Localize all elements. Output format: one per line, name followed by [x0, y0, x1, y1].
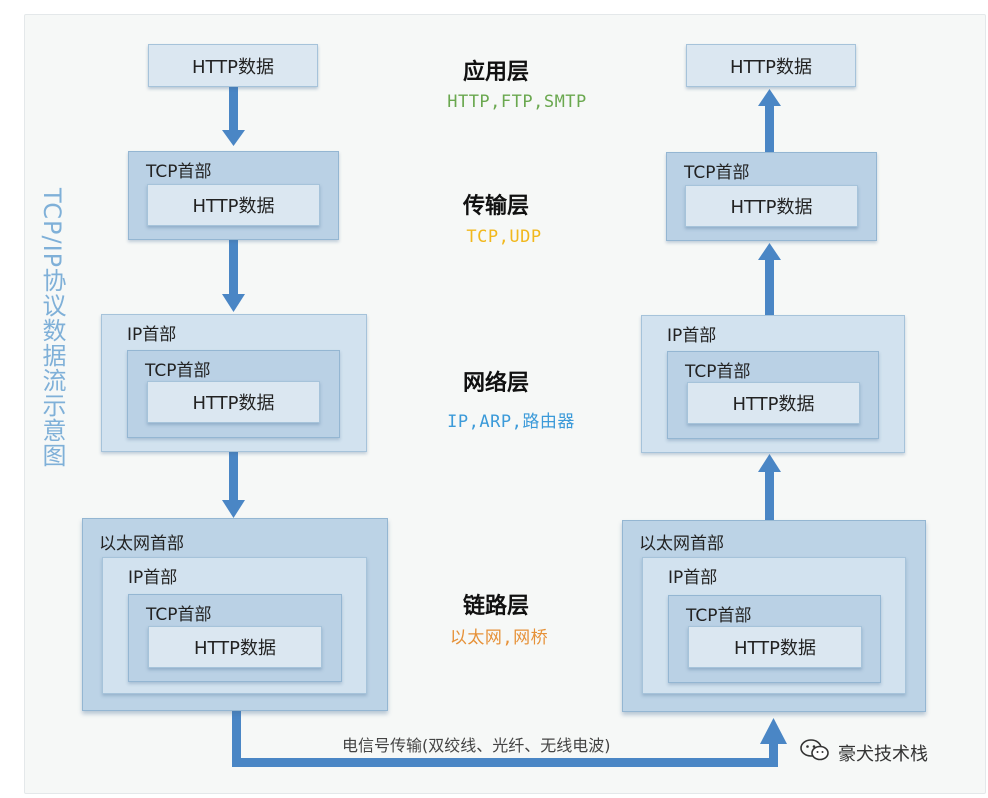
left-link-ip-packet: IP首部 TCP首部 HTTP数据 [102, 557, 367, 694]
layer-protocols-transport: TCP,UDP [466, 227, 542, 247]
right-link-frame: 以太网首部 IP首部 TCP首部 HTTP数据 [622, 520, 926, 712]
left-link-frame: 以太网首部 IP首部 TCP首部 HTTP数据 [82, 518, 388, 711]
transmission-right-rise [769, 742, 778, 767]
tcp-header-label: TCP首部 [146, 162, 212, 182]
right-network-packet: IP首部 TCP首部 HTTP数据 [641, 315, 905, 453]
tcp-header-label: TCP首部 [685, 362, 751, 382]
http-data-text: HTTP数据 [729, 56, 813, 78]
right-app-http-data: HTTP数据 [686, 44, 856, 87]
arrow-up-3-head [758, 454, 781, 472]
http-data-text: HTTP数据 [733, 638, 817, 659]
http-data-text: HTTP数据 [192, 196, 275, 217]
arrow-up-2-shaft [765, 258, 774, 315]
http-data-text: HTTP数据 [191, 56, 275, 78]
left-network-packet: IP首部 TCP首部 HTTP数据 [101, 314, 367, 452]
ip-header-label: IP首部 [128, 568, 178, 588]
right-network-http-data: HTTP数据 [687, 382, 860, 424]
tcp-header-label: TCP首部 [145, 361, 211, 381]
left-link-tcp-segment: TCP首部 HTTP数据 [128, 594, 342, 682]
layer-name-link: 链路层 [462, 594, 529, 619]
left-app-http-data: HTTP数据 [148, 44, 318, 87]
http-data-text: HTTP数据 [192, 393, 275, 414]
arrow-down-2-shaft [229, 240, 238, 295]
transmission-left-drop [232, 711, 241, 765]
ip-header-label: IP首部 [127, 325, 177, 345]
left-link-http-data: HTTP数据 [148, 626, 322, 668]
tcp-header-label: TCP首部 [684, 163, 750, 183]
http-data-text: HTTP数据 [732, 394, 815, 415]
arrow-up-1-head [758, 89, 781, 106]
layer-protocols-application: HTTP,FTP,SMTP [447, 92, 587, 112]
right-link-tcp-segment: TCP首部 HTTP数据 [668, 595, 881, 683]
ip-header-label: IP首部 [667, 326, 717, 346]
layer-protocols-network: IP,ARP,路由器 [447, 412, 575, 432]
right-link-http-data: HTTP数据 [688, 626, 862, 668]
watermark-text: 豪犬技术栈 [838, 743, 928, 765]
eth-header-label: 以太网首部 [99, 534, 184, 554]
left-transport-segment: TCP首部 HTTP数据 [128, 151, 339, 240]
left-transport-http-data: HTTP数据 [147, 184, 320, 226]
ip-header-label: IP首部 [668, 568, 718, 588]
transmission-bottom-line [232, 758, 778, 767]
tcp-header-label: TCP首部 [146, 605, 212, 625]
layer-protocols-link: 以太网,网桥 [449, 628, 549, 648]
http-data-text: HTTP数据 [193, 638, 277, 659]
layer-name-application: 应用层 [462, 60, 529, 85]
transmission-label: 电信号传输(双绞线、光纤、无线电波) [342, 736, 611, 755]
transmission-arrow-head [760, 718, 787, 744]
diagram-stage: TCP/IP协议数据流示意图 HTTP数据 TCP首部 HTTP数据 IP首部 … [0, 0, 988, 798]
right-transport-segment: TCP首部 HTTP数据 [666, 152, 877, 241]
arrow-down-3-head [222, 500, 245, 518]
http-data-text: HTTP数据 [730, 197, 813, 218]
arrow-up-1-shaft [765, 104, 774, 152]
tcp-header-label: TCP首部 [686, 606, 752, 626]
arrow-down-2-head [222, 294, 245, 312]
wechat-icon [800, 738, 830, 767]
watermark: 豪犬技术栈 [800, 738, 928, 767]
right-network-tcp-segment: TCP首部 HTTP数据 [667, 351, 879, 439]
arrow-up-3-shaft [765, 470, 774, 520]
arrow-down-3-shaft [229, 452, 238, 502]
left-network-tcp-segment: TCP首部 HTTP数据 [127, 350, 340, 438]
arrow-up-2-head [758, 243, 781, 260]
left-network-http-data: HTTP数据 [147, 381, 320, 423]
eth-header-label: 以太网首部 [639, 534, 724, 554]
arrow-down-1-head [222, 130, 245, 146]
layer-name-transport: 传输层 [462, 194, 529, 219]
right-transport-http-data: HTTP数据 [685, 185, 858, 227]
arrow-down-1-shaft [229, 87, 238, 132]
right-link-ip-packet: IP首部 TCP首部 HTTP数据 [642, 557, 906, 694]
layer-name-network: 网络层 [462, 371, 529, 396]
